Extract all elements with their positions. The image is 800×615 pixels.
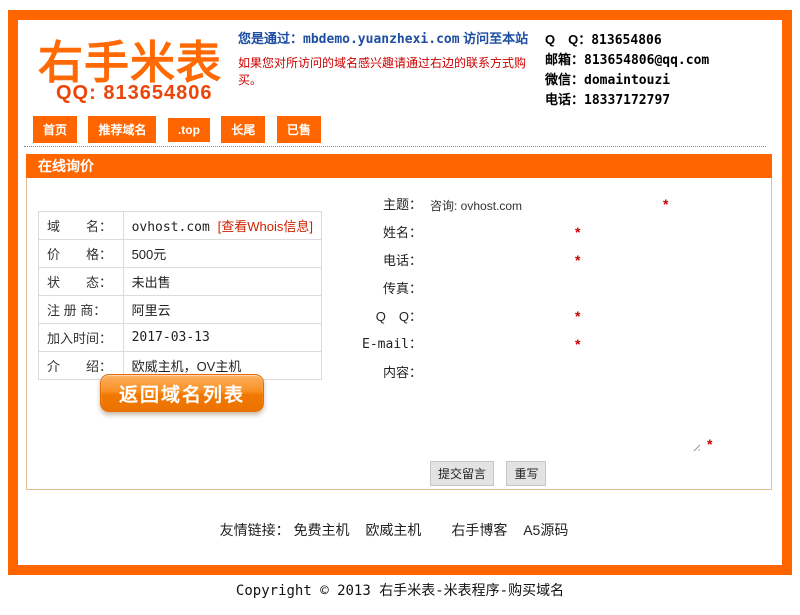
contact-wechat: 微信：domaintouzi xyxy=(545,70,709,90)
nav-item-top[interactable]: .top xyxy=(167,118,210,142)
main-nav: 首页 推荐域名 .top 长尾 已售 xyxy=(33,116,328,143)
dotted-divider xyxy=(24,146,766,147)
form-row-phone: 电话： * xyxy=(27,250,773,272)
purchase-hint: 如果您对所访问的域名感兴趣请通过右边的联系方式购买。 xyxy=(238,56,527,87)
content-textarea[interactable] xyxy=(430,362,700,452)
friend-link-free-hosting[interactable]: 免费主机 xyxy=(294,522,350,538)
page-frame: 右手米表 QQ: 813654806 您是通过：mbdemo.yuanzhexi… xyxy=(8,10,792,575)
submit-button[interactable]: 提交留言 xyxy=(430,461,495,486)
friend-link-youshou-blog[interactable]: 右手博客 xyxy=(451,522,507,538)
required-marker: * xyxy=(575,224,581,240)
friend-link-a5-source[interactable]: A5源码 xyxy=(523,522,568,538)
name-label: 姓名： xyxy=(382,225,422,240)
nav-item-sold[interactable]: 已售 xyxy=(276,116,321,143)
email-input[interactable] xyxy=(430,336,570,354)
friend-links: 友情链接： 免费主机 欧威主机 右手博客 A5源码 xyxy=(18,520,782,540)
friend-link-ouwei-hosting[interactable]: 欧威主机 xyxy=(365,522,421,538)
form-row-name: 姓名： * xyxy=(27,222,773,244)
friend-links-label: 友情链接： xyxy=(219,522,290,538)
contact-email-label: 邮箱： xyxy=(545,52,585,67)
form-buttons: 提交留言 重写 xyxy=(430,461,554,486)
visit-notice-suffix: 访问至本站 xyxy=(459,31,529,46)
contact-wechat-label: 微信： xyxy=(545,72,585,87)
form-row-qq: Q Q： * xyxy=(27,306,773,328)
copyright-text: Copyright © 2013 右手米表-米表程序-购买域名 xyxy=(235,583,565,599)
form-row-content: 内容： * xyxy=(27,362,773,458)
nav-item-home[interactable]: 首页 xyxy=(33,116,78,143)
contact-qq-label: Q Q： xyxy=(545,32,592,47)
form-row-email: E-mail： * xyxy=(27,334,773,356)
visit-notice: 您是通过：mbdemo.yuanzhexi.com 访问至本站 如果您对所访问的… xyxy=(238,30,538,89)
contact-qq-value: 813654806 xyxy=(591,33,662,48)
contact-phone-value: 18337172797 xyxy=(584,93,671,108)
phone-input[interactable] xyxy=(430,252,570,270)
content-label: 内容： xyxy=(382,365,422,380)
reset-button[interactable]: 重写 xyxy=(506,461,547,486)
qq-input[interactable] xyxy=(430,308,570,326)
contact-email-value: 813654806@qq.com xyxy=(584,53,710,68)
fax-label: 传真： xyxy=(382,281,422,296)
nav-item-longtail[interactable]: 长尾 xyxy=(221,116,266,143)
required-marker: * xyxy=(707,436,713,452)
contact-phone: 电话：18337172797 xyxy=(545,90,709,110)
section-title: 在线询价 xyxy=(26,154,772,178)
name-input[interactable] xyxy=(430,224,570,242)
contact-phone-label: 电话： xyxy=(545,92,585,107)
form-row-fax: 传真： xyxy=(27,278,773,300)
required-marker: * xyxy=(575,308,581,324)
required-marker: * xyxy=(575,252,581,268)
contact-wechat-value: domaintouzi xyxy=(584,73,671,88)
nav-item-recommended-domains[interactable]: 推荐域名 xyxy=(88,116,157,143)
contact-info: Q Q：813654806 邮箱：813654806@qq.com 微信：dom… xyxy=(545,30,709,110)
subject-label: 主题： xyxy=(382,197,422,212)
inquiry-section: 在线询价 域 名： ovhost.com [查看Whois信息] 价 格： 50… xyxy=(26,154,772,490)
qq-label: Q Q： xyxy=(375,309,422,324)
subject-input[interactable] xyxy=(430,196,660,214)
required-marker: * xyxy=(575,336,581,352)
fax-input[interactable] xyxy=(430,280,570,298)
contact-qq: Q Q：813654806 xyxy=(545,30,709,50)
logo-qq-number: QQ: 813654806 xyxy=(56,82,213,104)
email-label: E-mail： xyxy=(362,337,422,352)
visit-domain: mbdemo.yuanzhexi.com xyxy=(303,32,460,47)
visit-notice-prefix: 您是通过： xyxy=(238,31,304,46)
phone-label: 电话： xyxy=(382,253,422,268)
contact-email: 邮箱：813654806@qq.com xyxy=(545,50,709,70)
required-marker: * xyxy=(663,196,669,212)
form-row-subject: 主题： * xyxy=(27,194,773,216)
